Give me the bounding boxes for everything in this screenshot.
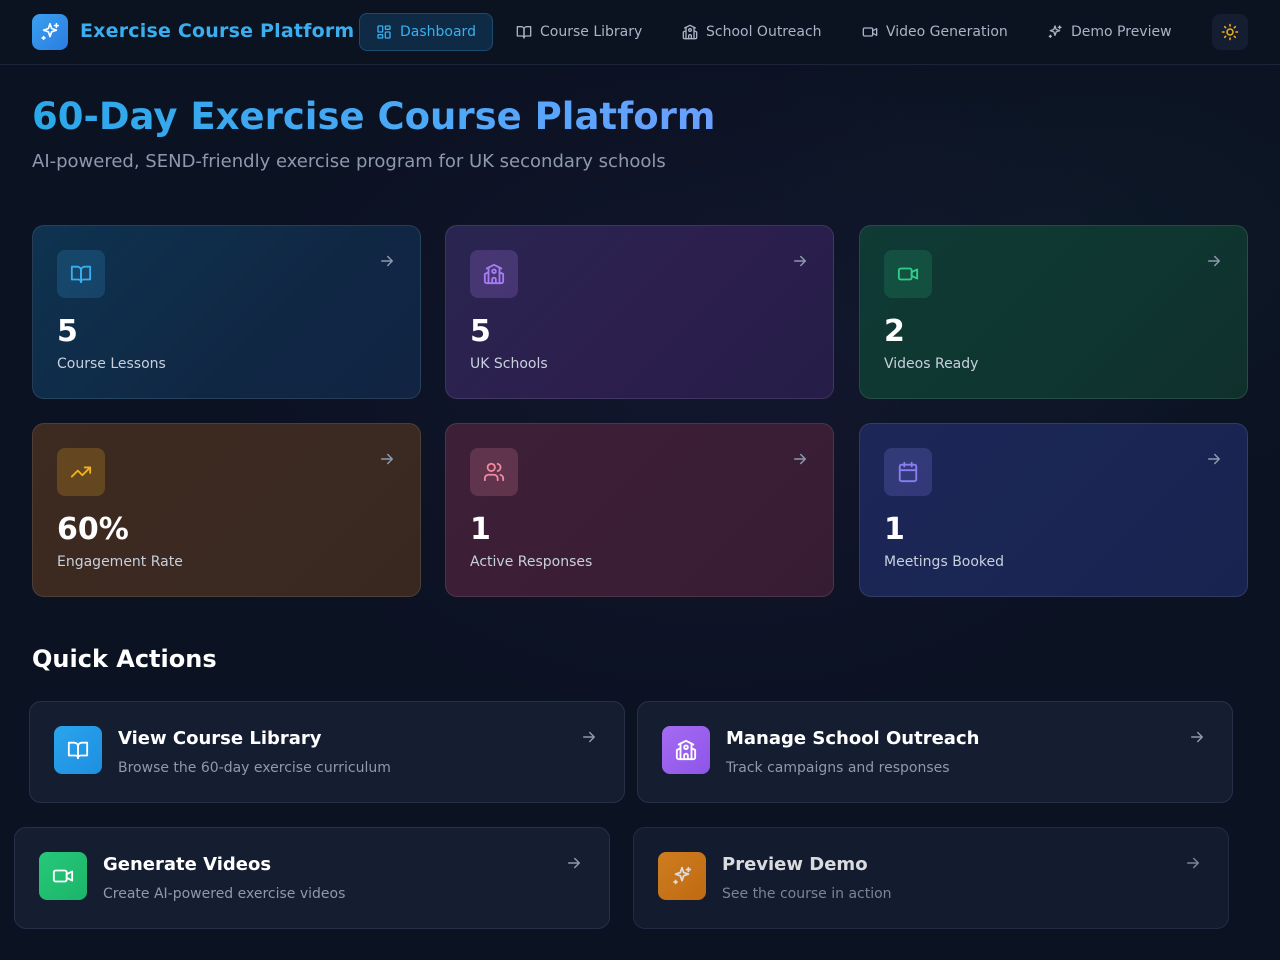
school-icon — [483, 263, 505, 285]
arrow-right-icon — [568, 857, 580, 869]
arrow-right-icon — [381, 453, 393, 465]
arrow-right-icon — [381, 255, 393, 267]
action-generate-videos[interactable]: Generate Videos Create AI-powered exerci… — [14, 827, 610, 929]
stat-label: UK Schools — [470, 356, 548, 372]
top-nav-bar: Exercise Course Platform Dashboard Cours… — [0, 0, 1280, 65]
sparkles-icon — [1048, 25, 1062, 38]
nav-course-library[interactable]: Course Library — [500, 13, 658, 51]
action-title: Preview Demo — [722, 854, 868, 875]
stat-icon-box — [470, 250, 518, 298]
action-description: See the course in action — [722, 886, 892, 902]
stat-card-active-responses[interactable]: 1 Active Responses — [445, 423, 834, 597]
calendar-icon — [898, 461, 918, 483]
trending-up-icon — [70, 466, 92, 478]
nav-video-generation-label: Video Generation — [886, 24, 1008, 40]
arrow-right-icon — [583, 731, 595, 743]
action-title: Manage School Outreach — [726, 728, 980, 749]
stat-value: 5 — [470, 314, 491, 349]
stat-card-videos-ready[interactable]: 2 Videos Ready — [859, 225, 1248, 399]
stat-label: Course Lessons — [57, 356, 166, 372]
stat-value: 60% — [57, 512, 129, 547]
nav-demo-preview[interactable]: Demo Preview — [1031, 13, 1188, 51]
nav-dashboard[interactable]: Dashboard — [359, 13, 493, 51]
school-icon — [675, 739, 697, 761]
action-title: Generate Videos — [103, 854, 272, 875]
stat-card-uk-schools[interactable]: 5 UK Schools — [445, 225, 834, 399]
video-icon — [897, 267, 919, 281]
action-manage-school-outreach[interactable]: Manage School Outreach Track campaigns a… — [637, 701, 1233, 803]
page-title: 60-Day Exercise Course Platform — [32, 95, 716, 138]
book-open-icon — [516, 26, 532, 39]
school-icon — [682, 24, 698, 40]
book-open-icon — [70, 265, 92, 284]
theme-toggle-button[interactable] — [1212, 14, 1248, 50]
stat-card-meetings-booked[interactable]: 1 Meetings Booked — [859, 423, 1248, 597]
stat-label: Meetings Booked — [884, 554, 1005, 570]
arrow-right-icon — [1187, 857, 1199, 869]
arrow-right-icon — [1208, 453, 1220, 465]
arrow-right-icon — [794, 255, 806, 267]
stat-label: Active Responses — [470, 554, 593, 570]
book-open-icon — [67, 741, 89, 760]
stat-icon-box — [57, 448, 105, 496]
nav-school-outreach[interactable]: School Outreach — [666, 13, 838, 51]
quick-actions-title: Quick Actions — [32, 645, 217, 673]
video-icon — [52, 869, 74, 883]
nav-demo-preview-label: Demo Preview — [1071, 24, 1172, 40]
sparkles-icon — [673, 866, 692, 885]
video-icon — [862, 27, 878, 37]
stat-icon-box — [884, 250, 932, 298]
stat-card-engagement-rate[interactable]: 60% Engagement Rate — [32, 423, 421, 597]
stat-label: Engagement Rate — [57, 554, 183, 570]
arrow-right-icon — [794, 453, 806, 465]
users-icon — [483, 462, 505, 482]
logo[interactable] — [32, 14, 68, 50]
stat-icon-box — [470, 448, 518, 496]
action-description: Browse the 60-day exercise curriculum — [118, 760, 391, 776]
stat-value: 2 — [884, 314, 905, 349]
action-preview-demo[interactable]: Preview Demo See the course in action — [633, 827, 1229, 929]
nav-video-generation[interactable]: Video Generation — [846, 13, 1024, 51]
stat-label: Videos Ready — [884, 356, 979, 372]
nav-course-library-label: Course Library — [540, 24, 643, 40]
stat-value: 5 — [57, 314, 78, 349]
stat-icon-box — [57, 250, 105, 298]
stat-value: 1 — [884, 512, 905, 547]
arrow-right-icon — [1191, 731, 1203, 743]
stat-icon-box — [884, 448, 932, 496]
nav-dashboard-label: Dashboard — [400, 24, 476, 40]
stat-card-course-lessons[interactable]: 5 Course Lessons — [32, 225, 421, 399]
action-icon-box — [54, 726, 102, 774]
page-subtitle: AI-powered, SEND-friendly exercise progr… — [32, 151, 666, 172]
action-icon-box — [39, 852, 87, 900]
sparkles-icon — [41, 22, 60, 41]
action-description: Create AI-powered exercise videos — [103, 886, 346, 902]
action-title: View Course Library — [118, 728, 322, 749]
sun-icon — [1221, 23, 1239, 41]
arrow-right-icon — [1208, 255, 1220, 267]
stat-value: 1 — [470, 512, 491, 547]
action-view-course-library[interactable]: View Course Library Browse the 60-day ex… — [29, 701, 625, 803]
app-title[interactable]: Exercise Course Platform — [80, 20, 354, 42]
nav-school-outreach-label: School Outreach — [706, 24, 822, 40]
action-description: Track campaigns and responses — [726, 760, 950, 776]
action-icon-box — [658, 852, 706, 900]
layout-dashboard-icon — [377, 25, 391, 39]
action-icon-box — [662, 726, 710, 774]
